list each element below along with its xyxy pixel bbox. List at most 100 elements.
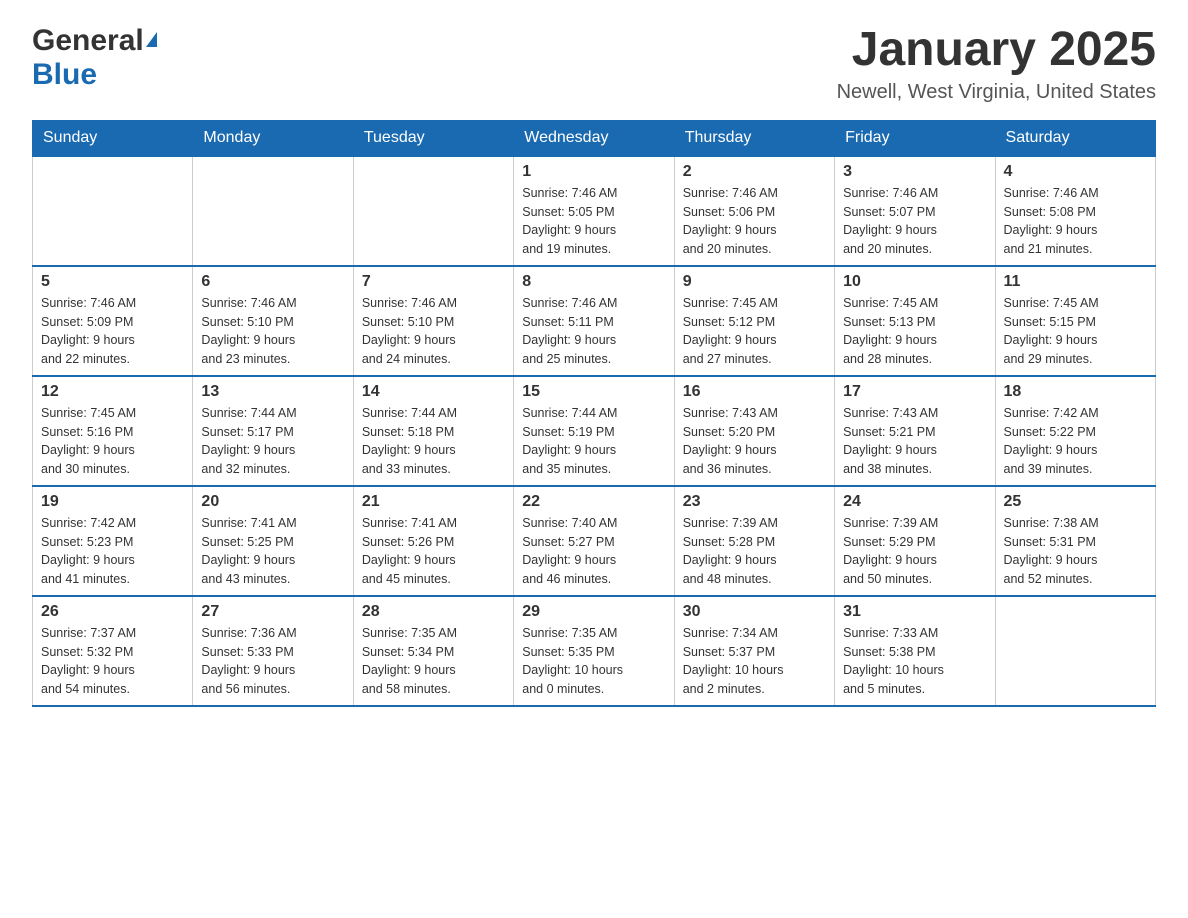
calendar-cell: 23 Sunrise: 7:39 AM Sunset: 5:28 PM Dayli… [674,486,834,596]
calendar-cell: 28 Sunrise: 7:35 AM Sunset: 5:34 PM Dayli… [353,596,513,706]
day-number: 30 [683,603,826,621]
calendar-cell: 20Sunrise: 7:41 AM Sunset: 5:25 PM Dayli… [193,486,353,596]
day-info: Sunrise: 7:41 AM Sunset: 5:26 PM Dayligh… [362,514,505,589]
day-info: Sunrise: 7:44 AM Sunset: 5:17 PM Dayligh… [201,404,344,479]
calendar-cell: 13 Sunrise: 7:44 AM Sunset: 5:17 PM Dayli… [193,376,353,486]
day-info: Sunrise: 7:42 AM Sunset: 5:22 PM Dayligh… [1004,404,1147,479]
calendar-cell: 21 Sunrise: 7:41 AM Sunset: 5:26 PM Dayli… [353,486,513,596]
day-info: Sunrise: 7:35 AM Sunset: 5:34 PM Dayligh… [362,624,505,699]
weekday-header-tuesday: Tuesday [353,120,513,156]
day-info: Sunrise: 7:45 AM Sunset: 5:16 PM Dayligh… [41,404,184,479]
day-number: 13 [201,383,344,401]
day-info: Sunrise: 7:45 AM Sunset: 5:15 PM Dayligh… [1004,294,1147,369]
calendar-cell: 2Sunrise: 7:46 AM Sunset: 5:06 PM Daylig… [674,156,834,266]
calendar-cell: 1 Sunrise: 7:46 AM Sunset: 5:05 PM Daylig… [514,156,674,266]
calendar-table: SundayMondayTuesdayWednesdayThursdayFrid… [32,120,1156,707]
page-header: General Blue January 2025 Newell, West V… [32,24,1156,104]
day-number: 4 [1004,163,1147,181]
logo-arrow-icon [146,32,157,47]
calendar-week-row: 5 Sunrise: 7:46 AM Sunset: 5:09 PM Daylig… [33,266,1156,376]
day-info: Sunrise: 7:36 AM Sunset: 5:33 PM Dayligh… [201,624,344,699]
day-number: 19 [41,493,184,511]
calendar-cell: 24 Sunrise: 7:39 AM Sunset: 5:29 PM Dayli… [835,486,995,596]
day-number: 3 [843,163,986,181]
weekday-header-thursday: Thursday [674,120,834,156]
weekday-header-row: SundayMondayTuesdayWednesdayThursdayFrid… [33,120,1156,156]
weekday-header-sunday: Sunday [33,120,193,156]
day-info: Sunrise: 7:44 AM Sunset: 5:19 PM Dayligh… [522,404,665,479]
day-info: Sunrise: 7:39 AM Sunset: 5:29 PM Dayligh… [843,514,986,589]
location-subtitle: Newell, West Virginia, United States [837,81,1156,104]
day-number: 1 [522,163,665,181]
logo-general-text: General [32,24,144,58]
day-number: 8 [522,273,665,291]
day-number: 21 [362,493,505,511]
day-number: 23 [683,493,826,511]
day-info: Sunrise: 7:46 AM Sunset: 5:07 PM Dayligh… [843,184,986,259]
day-number: 5 [41,273,184,291]
calendar-cell: 10Sunrise: 7:45 AM Sunset: 5:13 PM Dayli… [835,266,995,376]
day-info: Sunrise: 7:46 AM Sunset: 5:09 PM Dayligh… [41,294,184,369]
calendar-cell: 27Sunrise: 7:36 AM Sunset: 5:33 PM Dayli… [193,596,353,706]
logo: General Blue [32,24,157,92]
calendar-cell [995,596,1155,706]
day-number: 28 [362,603,505,621]
day-info: Sunrise: 7:40 AM Sunset: 5:27 PM Dayligh… [522,514,665,589]
calendar-week-row: 26 Sunrise: 7:37 AM Sunset: 5:32 PM Dayli… [33,596,1156,706]
calendar-week-row: 12 Sunrise: 7:45 AM Sunset: 5:16 PM Dayli… [33,376,1156,486]
day-number: 11 [1004,273,1147,291]
calendar-cell: 6 Sunrise: 7:46 AM Sunset: 5:10 PM Daylig… [193,266,353,376]
calendar-cell: 7 Sunrise: 7:46 AM Sunset: 5:10 PM Daylig… [353,266,513,376]
day-number: 24 [843,493,986,511]
day-number: 18 [1004,383,1147,401]
day-info: Sunrise: 7:46 AM Sunset: 5:05 PM Dayligh… [522,184,665,259]
calendar-cell: 18 Sunrise: 7:42 AM Sunset: 5:22 PM Dayli… [995,376,1155,486]
day-info: Sunrise: 7:42 AM Sunset: 5:23 PM Dayligh… [41,514,184,589]
day-info: Sunrise: 7:44 AM Sunset: 5:18 PM Dayligh… [362,404,505,479]
day-info: Sunrise: 7:46 AM Sunset: 5:10 PM Dayligh… [201,294,344,369]
day-info: Sunrise: 7:46 AM Sunset: 5:08 PM Dayligh… [1004,184,1147,259]
calendar-cell: 15 Sunrise: 7:44 AM Sunset: 5:19 PM Dayli… [514,376,674,486]
calendar-cell [33,156,193,266]
calendar-cell: 8 Sunrise: 7:46 AM Sunset: 5:11 PM Daylig… [514,266,674,376]
month-title: January 2025 [837,24,1156,77]
day-number: 16 [683,383,826,401]
day-info: Sunrise: 7:33 AM Sunset: 5:38 PM Dayligh… [843,624,986,699]
calendar-cell: 9Sunrise: 7:45 AM Sunset: 5:12 PM Daylig… [674,266,834,376]
calendar-week-row: 1 Sunrise: 7:46 AM Sunset: 5:05 PM Daylig… [33,156,1156,266]
calendar-cell: 3 Sunrise: 7:46 AM Sunset: 5:07 PM Daylig… [835,156,995,266]
day-number: 31 [843,603,986,621]
day-info: Sunrise: 7:43 AM Sunset: 5:21 PM Dayligh… [843,404,986,479]
day-number: 15 [522,383,665,401]
calendar-cell: 5 Sunrise: 7:46 AM Sunset: 5:09 PM Daylig… [33,266,193,376]
calendar-cell: 16 Sunrise: 7:43 AM Sunset: 5:20 PM Dayli… [674,376,834,486]
calendar-cell: 12 Sunrise: 7:45 AM Sunset: 5:16 PM Dayli… [33,376,193,486]
day-number: 6 [201,273,344,291]
calendar-cell: 30 Sunrise: 7:34 AM Sunset: 5:37 PM Dayli… [674,596,834,706]
day-number: 7 [362,273,505,291]
day-info: Sunrise: 7:39 AM Sunset: 5:28 PM Dayligh… [683,514,826,589]
calendar-cell: 26 Sunrise: 7:37 AM Sunset: 5:32 PM Dayli… [33,596,193,706]
calendar-cell: 22 Sunrise: 7:40 AM Sunset: 5:27 PM Dayli… [514,486,674,596]
day-info: Sunrise: 7:41 AM Sunset: 5:25 PM Dayligh… [201,514,344,589]
weekday-header-wednesday: Wednesday [514,120,674,156]
day-number: 17 [843,383,986,401]
day-number: 22 [522,493,665,511]
day-number: 12 [41,383,184,401]
calendar-cell [193,156,353,266]
calendar-cell: 29Sunrise: 7:35 AM Sunset: 5:35 PM Dayli… [514,596,674,706]
day-number: 25 [1004,493,1147,511]
day-info: Sunrise: 7:37 AM Sunset: 5:32 PM Dayligh… [41,624,184,699]
day-number: 29 [522,603,665,621]
day-info: Sunrise: 7:38 AM Sunset: 5:31 PM Dayligh… [1004,514,1147,589]
weekday-header-saturday: Saturday [995,120,1155,156]
day-number: 26 [41,603,184,621]
day-info: Sunrise: 7:34 AM Sunset: 5:37 PM Dayligh… [683,624,826,699]
day-info: Sunrise: 7:46 AM Sunset: 5:10 PM Dayligh… [362,294,505,369]
day-info: Sunrise: 7:43 AM Sunset: 5:20 PM Dayligh… [683,404,826,479]
day-info: Sunrise: 7:46 AM Sunset: 5:11 PM Dayligh… [522,294,665,369]
calendar-cell: 25 Sunrise: 7:38 AM Sunset: 5:31 PM Dayli… [995,486,1155,596]
day-info: Sunrise: 7:45 AM Sunset: 5:12 PM Dayligh… [683,294,826,369]
calendar-cell: 19 Sunrise: 7:42 AM Sunset: 5:23 PM Dayli… [33,486,193,596]
calendar-cell: 4 Sunrise: 7:46 AM Sunset: 5:08 PM Daylig… [995,156,1155,266]
